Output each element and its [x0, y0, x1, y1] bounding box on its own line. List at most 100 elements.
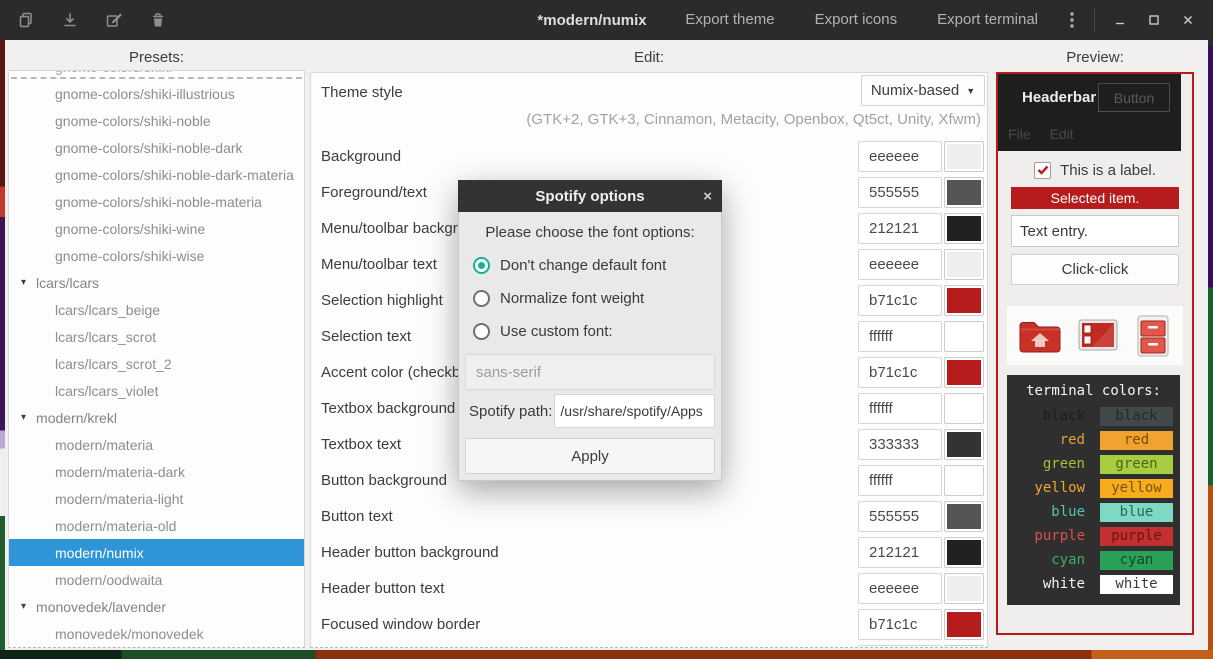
color-swatch-button[interactable]: [944, 249, 984, 280]
preset-item[interactable]: modern/oodwaita: [9, 566, 304, 593]
color-swatch-button[interactable]: [944, 573, 984, 604]
preset-label: lcars/lcars_beige: [55, 302, 160, 318]
preset-item[interactable]: lcars/lcars_scrot: [9, 323, 304, 350]
preview-selected-item[interactable]: Selected item.: [1011, 187, 1179, 209]
preset-item[interactable]: modern/numix: [9, 539, 304, 566]
color-swatch-button[interactable]: [944, 429, 984, 460]
expander-triangle-icon[interactable]: ▾: [21, 601, 26, 612]
menu-kebab-button[interactable]: [1058, 0, 1086, 40]
dialog-titlebar: Spotify options ×: [458, 180, 722, 212]
color-hex-input[interactable]: eeeeee: [858, 249, 942, 280]
preset-item[interactable]: ▾ modern/krekl: [9, 404, 304, 431]
preset-item[interactable]: gnome-colors/shiki-noble-dark: [9, 134, 304, 161]
preview-checkbox[interactable]: [1034, 162, 1051, 179]
color-hex-input[interactable]: ffffff: [858, 321, 942, 352]
color-hex-input[interactable]: 212121: [858, 537, 942, 568]
maximize-button[interactable]: [1137, 0, 1171, 40]
color-swatch-button[interactable]: [944, 321, 984, 352]
color-hex-input[interactable]: b71c1c: [858, 357, 942, 388]
preset-label: modern/oodwaita: [55, 572, 162, 588]
preset-label: modern/numix: [55, 545, 144, 561]
export-theme-button[interactable]: Export theme: [665, 0, 794, 40]
color-hex-input[interactable]: [858, 645, 942, 649]
minimize-button[interactable]: [1103, 0, 1137, 40]
radio-icon[interactable]: [473, 323, 490, 340]
preview-icons-row: [1007, 306, 1183, 365]
preset-item[interactable]: modern/materia: [9, 431, 304, 458]
preset-item[interactable]: gnome-colors/shiki-illustrious: [9, 80, 304, 107]
custom-font-input[interactable]: [465, 354, 715, 390]
dialog-close-button[interactable]: ×: [703, 180, 712, 212]
clone-theme-button[interactable]: [15, 9, 37, 31]
color-swatch-fill: [947, 252, 981, 277]
font-option-radio[interactable]: Normalize font weight: [465, 282, 715, 315]
color-hex-input[interactable]: 555555: [858, 177, 942, 208]
rename-theme-button[interactable]: [103, 9, 125, 31]
preset-item[interactable]: ▾monovedek/lavender: [9, 593, 304, 620]
color-swatch-button[interactable]: [944, 393, 984, 424]
preview-menu-edit[interactable]: Edit: [1050, 126, 1074, 142]
color-swatch-button[interactable]: [944, 357, 984, 388]
export-icons-button[interactable]: Export icons: [795, 0, 918, 40]
color-swatch-button[interactable]: [944, 177, 984, 208]
theme-style-dropdown[interactable]: Numix-based ▼: [861, 75, 985, 106]
terminal-color-row: yellowyellow: [1014, 476, 1173, 500]
color-hex-input[interactable]: 555555: [858, 501, 942, 532]
color-swatch-button[interactable]: [944, 645, 984, 649]
preset-label: lcars/lcars: [36, 275, 99, 291]
titlebar-separator: [1094, 8, 1095, 32]
color-hex-input[interactable]: 333333: [858, 429, 942, 460]
color-swatch-button[interactable]: [944, 501, 984, 532]
color-hex-input[interactable]: 212121: [858, 213, 942, 244]
preset-item[interactable]: modern/materia-dark: [9, 458, 304, 485]
preview-headerbar-button[interactable]: Button: [1098, 83, 1170, 112]
color-hex-input[interactable]: b71c1c: [858, 609, 942, 640]
preset-label: modern/materia-light: [55, 491, 183, 507]
color-option-row: Header button background212121: [311, 534, 987, 570]
export-terminal-button[interactable]: Export terminal: [917, 0, 1058, 40]
expander-triangle-icon[interactable]: ▾: [21, 412, 26, 423]
preset-item[interactable]: ▾ lcars/lcars: [9, 269, 304, 296]
preview-menu-file[interactable]: File: [1008, 126, 1031, 142]
color-swatch-button[interactable]: [944, 213, 984, 244]
color-hex-input[interactable]: eeeeee: [858, 141, 942, 172]
preset-item[interactable]: lcars/lcars_violet: [9, 377, 304, 404]
preset-label: monovedek/monovedek: [55, 626, 204, 642]
delete-theme-button[interactable]: [147, 9, 169, 31]
color-swatch-button[interactable]: [944, 285, 984, 316]
preset-item[interactable]: modern/materia-old: [9, 512, 304, 539]
preset-item[interactable]: gnome-colors/shiki-wise: [9, 242, 304, 269]
radio-icon[interactable]: [473, 257, 490, 274]
color-swatch-button[interactable]: [944, 537, 984, 568]
preset-item[interactable]: lcars/lcars_scrot_2: [9, 350, 304, 377]
preset-label: modern/krekl: [36, 410, 117, 426]
preset-label: lcars/lcars_violet: [55, 383, 158, 399]
color-option-label: Header button text: [311, 580, 858, 597]
dialog-title: Spotify options: [535, 188, 644, 205]
color-hex-input[interactable]: b71c1c: [858, 285, 942, 316]
preset-item[interactable]: monovedek/monovedek: [9, 620, 304, 647]
close-button[interactable]: [1171, 0, 1205, 40]
color-hex-input[interactable]: eeeeee: [858, 573, 942, 604]
color-swatch-button[interactable]: [944, 141, 984, 172]
preset-item[interactable]: gnome-colors/shiki-wine: [9, 215, 304, 242]
preview-click-button[interactable]: Click-click: [1011, 254, 1179, 285]
preview-text-entry[interactable]: [1011, 215, 1179, 247]
preset-item[interactable]: gnome-colors/shiki-noble-materia: [9, 188, 304, 215]
import-theme-button[interactable]: [59, 9, 81, 31]
color-hex-input[interactable]: ffffff: [858, 465, 942, 496]
spotify-path-input[interactable]: [554, 394, 715, 428]
font-option-radio[interactable]: Use custom font:: [465, 315, 715, 348]
color-hex-input[interactable]: ffffff: [858, 393, 942, 424]
preset-item[interactable]: modern/materia-light: [9, 485, 304, 512]
apply-button[interactable]: Apply: [465, 438, 715, 474]
color-swatch-button[interactable]: [944, 465, 984, 496]
expander-triangle-icon[interactable]: ▾: [21, 277, 26, 288]
color-swatch-button[interactable]: [944, 609, 984, 640]
preset-item[interactable]: gnome-colors/shiki-noble-dark-materia: [9, 161, 304, 188]
font-option-radio[interactable]: Don't change default font: [465, 249, 715, 282]
preset-label: lcars/lcars_scrot: [55, 329, 156, 345]
radio-icon[interactable]: [473, 290, 490, 307]
preset-item[interactable]: gnome-colors/shiki-noble: [9, 107, 304, 134]
preset-item[interactable]: lcars/lcars_beige: [9, 296, 304, 323]
